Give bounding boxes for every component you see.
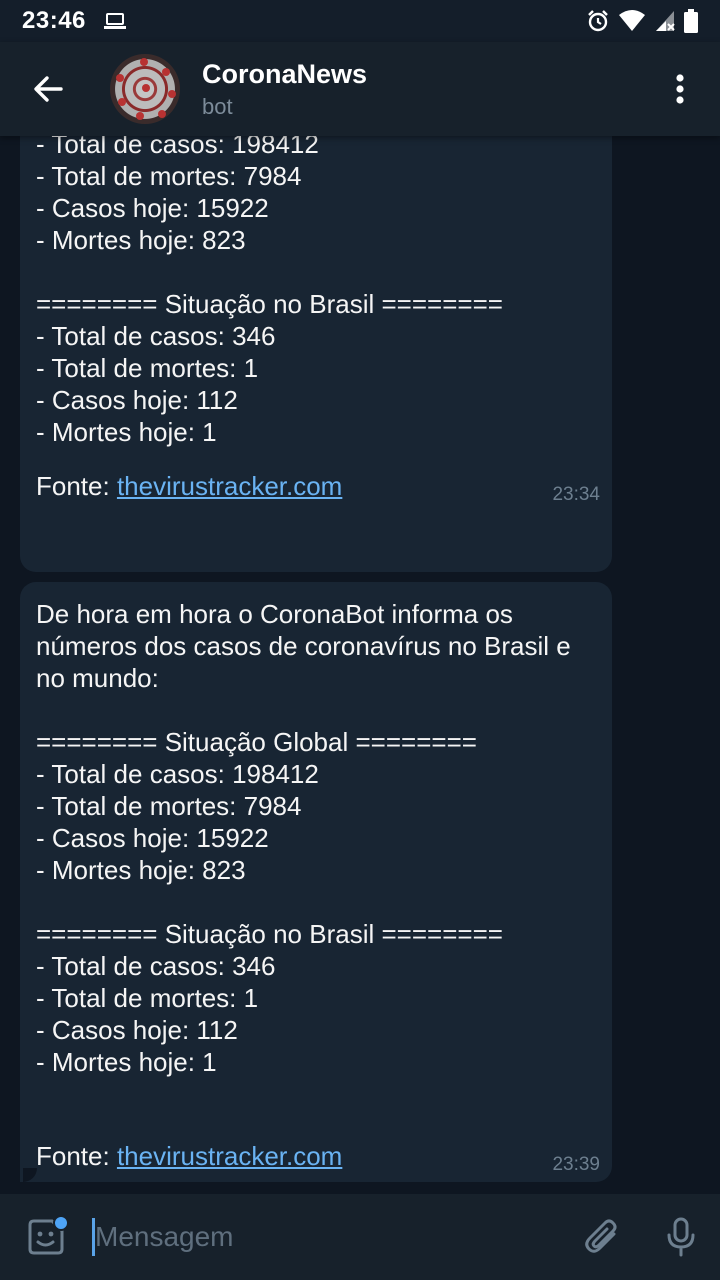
signal-icon	[656, 11, 675, 31]
alarm-icon	[588, 10, 608, 32]
laptop-icon	[103, 13, 126, 29]
notification-dot	[53, 1215, 69, 1231]
menu-button[interactable]	[640, 42, 720, 136]
status-icons	[586, 9, 698, 33]
message-text: - Total de casos: 198412 - Total de mort…	[36, 136, 503, 447]
avatar[interactable]	[110, 54, 180, 124]
status-bar: 23:46	[0, 0, 720, 42]
message-list[interactable]: - Total de casos: 198412 - Total de mort…	[0, 136, 720, 1194]
source-link[interactable]: thevirustracker.com	[117, 1141, 342, 1171]
message-time: 23:39	[552, 1154, 600, 1175]
wifi-icon	[619, 10, 645, 31]
message-time: 23:34	[552, 484, 600, 505]
microphone-icon	[667, 1217, 695, 1257]
source-link[interactable]: thevirustracker.com	[117, 471, 342, 501]
arrow-left-icon	[34, 76, 63, 102]
message-source: Fonte: thevirustracker.com	[36, 470, 342, 502]
chat-subtitle: bot	[202, 93, 233, 119]
emoji-button[interactable]	[0, 1194, 92, 1280]
bubble-tail	[23, 1168, 43, 1182]
chat-header: CoronaNews bot	[0, 42, 720, 136]
mic-button[interactable]	[642, 1194, 720, 1280]
message-source: Fonte: thevirustracker.com	[36, 1140, 342, 1172]
attach-button[interactable]	[562, 1194, 642, 1280]
source-label: Fonte:	[36, 471, 117, 501]
more-vertical-icon	[676, 74, 684, 104]
back-button[interactable]	[0, 42, 96, 136]
battery-icon	[684, 9, 698, 33]
composer	[0, 1194, 720, 1280]
source-label: Fonte:	[36, 1141, 117, 1171]
message-text: De hora em hora o CoronaBot informa os n…	[36, 599, 571, 1077]
message-input-wrapper[interactable]	[92, 1212, 562, 1262]
chat-title: CoronaNews	[202, 58, 368, 89]
message-bubble[interactable]: - Total de casos: 198412 - Total de mort…	[20, 136, 612, 572]
status-time: 23:46	[22, 7, 86, 34]
paperclip-icon	[585, 1219, 617, 1253]
message-bubble[interactable]: De hora em hora o CoronaBot informa os n…	[20, 582, 612, 1182]
chat-info[interactable]: CoronaNews bot	[202, 59, 367, 120]
message-input[interactable]	[95, 1221, 555, 1253]
